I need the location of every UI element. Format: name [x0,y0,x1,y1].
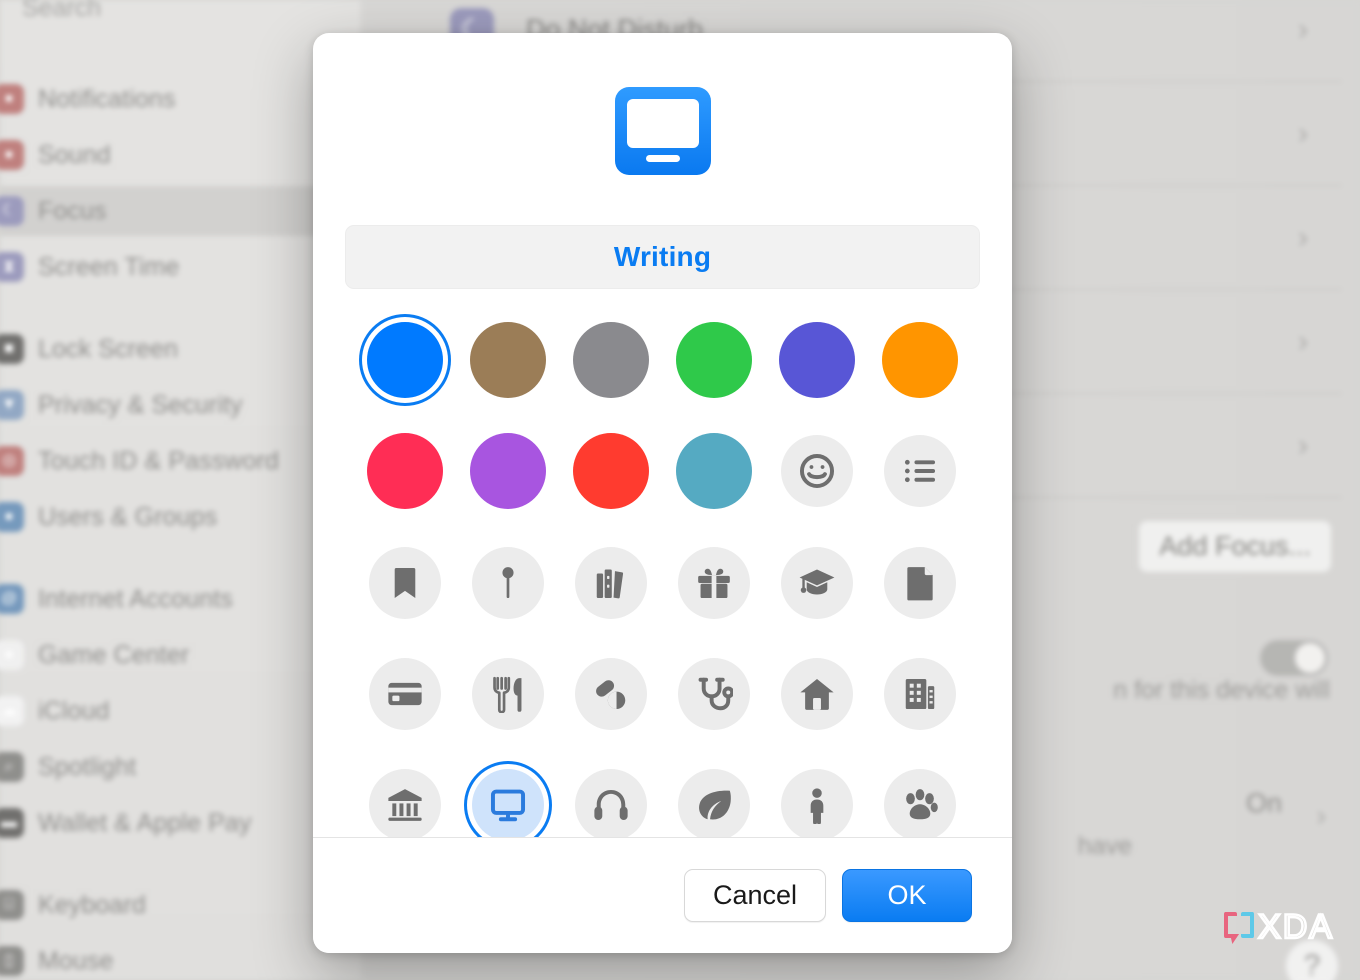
symbol-paw[interactable] [879,764,961,837]
color-swatch-teal[interactable] [673,430,755,512]
symbol-stethoscope[interactable] [673,653,755,735]
pills-icon [574,658,647,730]
screen: Search ● Notifications ● Sound ☾ Focus ⧗ Screen… [0,0,1360,980]
smiley-icon [800,453,835,489]
symbol-house[interactable] [776,653,858,735]
document-icon [907,567,934,601]
swatch-fill [366,322,443,398]
symbol-graduation[interactable] [776,542,858,624]
emoji-picker-button[interactable] [776,430,858,512]
focus-customize-dialog: Writing Cancel OK [313,33,1012,953]
person-icon [781,769,854,837]
dialog-footer: Cancel OK [313,837,1012,953]
swatch-fill [676,322,753,398]
symbol-leaf[interactable] [673,764,755,837]
swatch-fill [469,322,546,398]
pin-icon [502,567,514,599]
color-swatch-blue[interactable] [364,319,446,401]
swatch-fill [882,322,959,398]
paw-icon [884,769,957,837]
stethoscope-icon [698,677,734,711]
symbol-display[interactable] [467,764,549,837]
symbol-list-button[interactable] [879,430,961,512]
smiley-icon [781,435,854,507]
color-swatch-red[interactable] [570,430,652,512]
dialog-hero [313,33,1012,175]
cancel-button[interactable]: Cancel [683,869,826,922]
building-icon [906,678,935,710]
color-swatch-pink[interactable] [364,430,446,512]
pills-icon [595,680,626,710]
ok-button[interactable]: OK [842,869,972,922]
color-swatch-purple[interactable] [467,430,549,512]
dialog-scroll-area[interactable]: Writing [313,33,1012,837]
color-swatch-brown[interactable] [467,319,549,401]
bank-icon [387,789,422,821]
house-icon [781,658,854,730]
color-swatch-green[interactable] [673,319,755,401]
document-icon [884,547,957,619]
fork-knife-icon [492,676,522,713]
bookmark-icon [368,547,441,619]
color-swatch-gray[interactable] [570,319,652,401]
focus-name-field[interactable]: Writing [345,225,980,289]
fork-knife-icon [471,658,544,730]
display-icon [471,769,544,837]
books-icon [596,569,623,599]
books-icon [574,547,647,619]
paw-icon [906,789,939,820]
gift-icon [698,568,730,599]
person-icon [810,788,824,824]
display-icon [614,87,711,175]
color-swatch-orange[interactable] [879,319,961,401]
graduation-cap-icon [799,569,835,595]
house-icon [800,678,834,710]
bank-icon [368,769,441,837]
symbol-books[interactable] [570,542,652,624]
symbol-person[interactable] [776,764,858,837]
swatch-fill [676,433,753,509]
headphones-icon [594,789,628,821]
swatch-fill [366,433,443,509]
swatch-fill [572,322,649,398]
pin-icon [471,547,544,619]
credit-card-icon [368,658,441,730]
symbol-grid [313,542,1012,837]
list-icon [905,459,936,483]
display-icon [490,789,525,822]
gift-icon [678,547,751,619]
headphones-icon [574,769,647,837]
credit-card-icon [387,682,422,706]
stethoscope-icon [678,658,751,730]
leaf-icon [699,790,731,820]
symbol-bank[interactable] [364,764,446,837]
bookmark-icon [394,567,415,599]
symbol-document[interactable] [879,542,961,624]
list-icon [884,435,957,507]
symbol-bookmark[interactable] [364,542,446,624]
symbol-pills[interactable] [570,653,652,735]
swatch-fill [572,433,649,509]
color-swatch-grid [313,319,1012,512]
symbol-headphones[interactable] [570,764,652,837]
swatch-fill [779,322,856,398]
building-icon [884,658,957,730]
symbol-pin[interactable] [467,542,549,624]
leaf-icon [678,769,751,837]
color-swatch-indigo[interactable] [776,319,858,401]
symbol-creditcard[interactable] [364,653,446,735]
graduation-cap-icon [781,547,854,619]
swatch-fill [469,433,546,509]
symbol-gift[interactable] [673,542,755,624]
symbol-dining[interactable] [467,653,549,735]
focus-name-value: Writing [613,241,712,272]
symbol-building[interactable] [879,653,961,735]
